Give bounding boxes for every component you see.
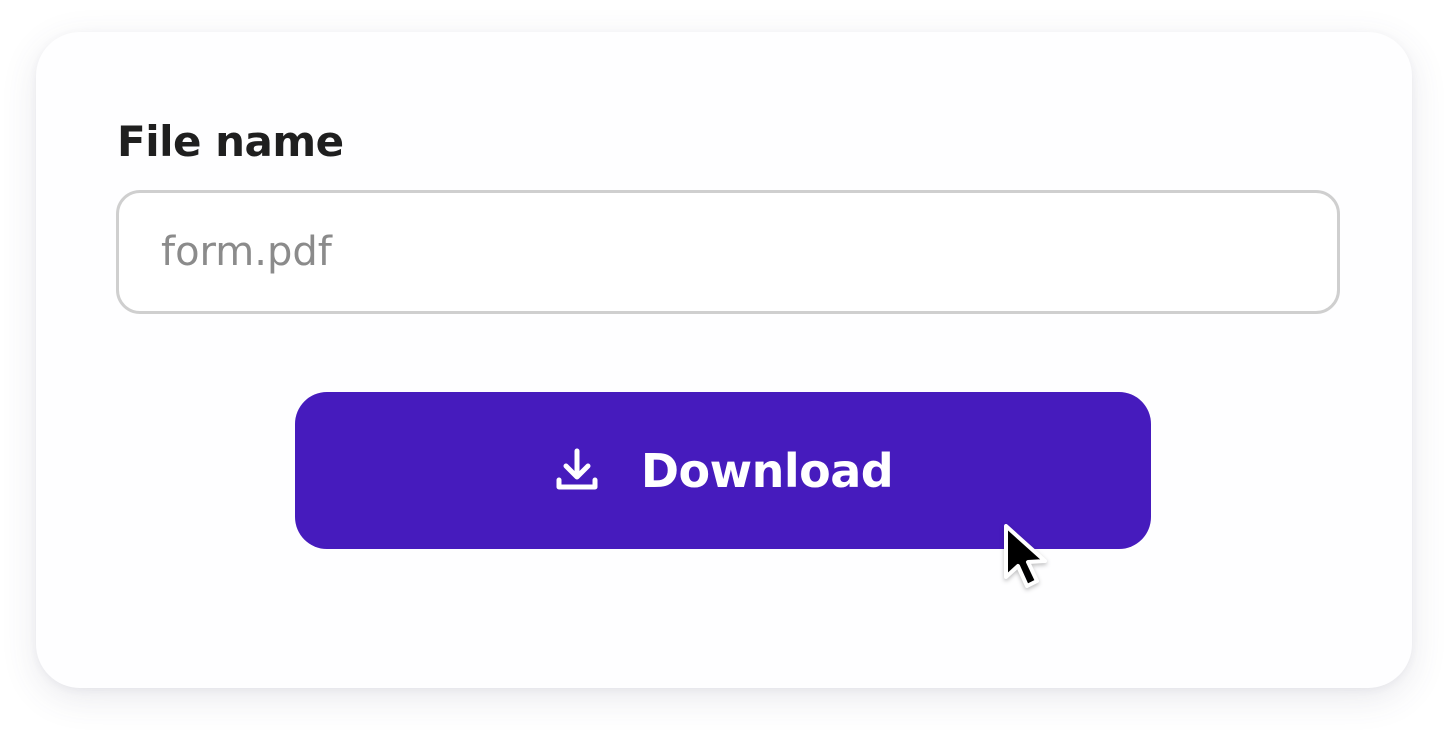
download-button[interactable]: Download [295, 392, 1151, 549]
file-name-input[interactable] [116, 190, 1340, 314]
download-card: File name Download [36, 32, 1412, 688]
download-button-label: Download [640, 443, 894, 498]
download-icon [553, 446, 601, 494]
file-name-label: File name [117, 117, 344, 166]
